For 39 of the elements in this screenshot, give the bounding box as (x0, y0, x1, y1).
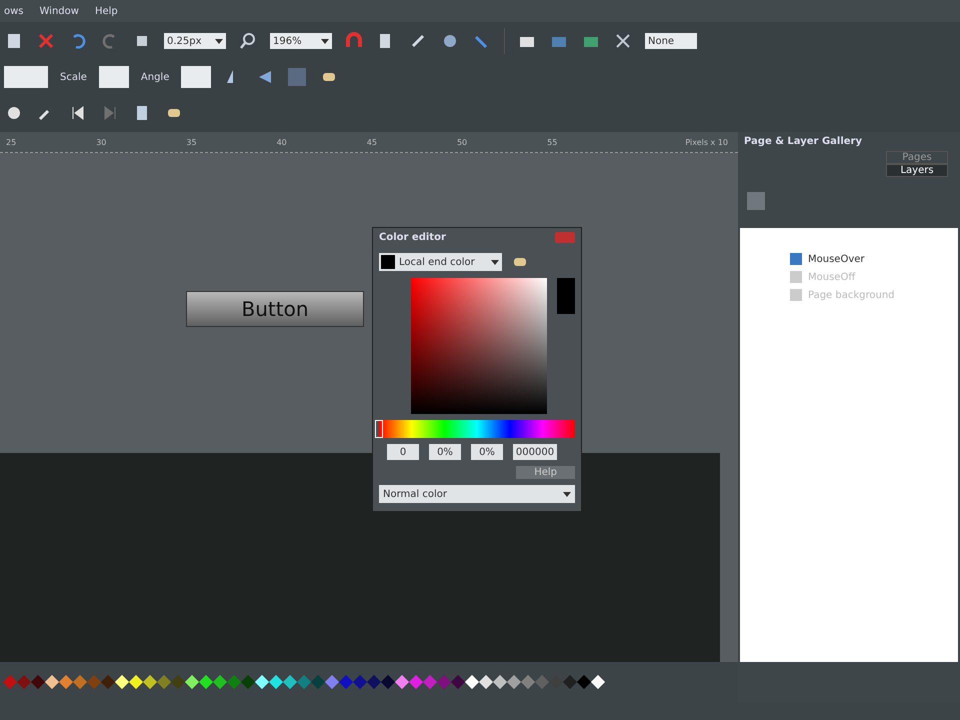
value-field[interactable]: 0% (471, 444, 503, 460)
ruler-label: 40 (276, 138, 287, 146)
line-width-dropdown[interactable]: 0.25px (164, 33, 226, 49)
color-picker-square[interactable] (411, 278, 547, 414)
ruler-label: 50 (456, 138, 468, 146)
ruler-label: 45 (366, 138, 377, 146)
fill-dropdown[interactable]: None (645, 33, 697, 49)
menu-item[interactable]: Help (94, 6, 118, 16)
menu-item[interactable]: ows (4, 6, 24, 16)
ruler-label: 30 (96, 138, 106, 146)
panel-title: Page & Layer Gallery (743, 135, 864, 149)
color-name-dropdown[interactable]: Local end color (379, 253, 502, 271)
zoom-icon[interactable] (238, 31, 258, 51)
layer-item[interactable]: MouseOver (790, 250, 958, 268)
color-preview (557, 278, 575, 314)
ruler-label: 35 (186, 138, 197, 146)
close-icon[interactable] (36, 31, 56, 51)
angle-label: Angle (140, 72, 170, 82)
angle-field[interactable] (181, 66, 212, 88)
caret-icon (321, 38, 329, 44)
caret-icon (491, 260, 499, 264)
window-title: Color editor (379, 232, 446, 242)
ruler-label: 55 (547, 138, 558, 146)
scale-field[interactable] (98, 66, 129, 88)
tab[interactable]: Layers (886, 164, 948, 177)
caret-icon (215, 38, 223, 44)
caret-icon (563, 492, 571, 496)
canvas-button[interactable]: Button (186, 291, 364, 327)
saturation-field[interactable]: 0% (429, 444, 461, 460)
units-label: Pixels x 10 (685, 138, 728, 146)
position-field[interactable] (4, 66, 48, 88)
color-mode-dropdown[interactable]: Normal color (379, 485, 575, 503)
zoom-dropdown[interactable]: 196% (270, 33, 332, 49)
hue-field[interactable]: 0 (387, 444, 419, 460)
hue-slider-thumb[interactable] (375, 420, 383, 438)
menu-item[interactable]: Window (40, 6, 79, 16)
hex-field[interactable]: 000000 (513, 444, 557, 460)
ruler-label: 25 (6, 138, 16, 146)
scale-label: Scale (60, 72, 87, 82)
